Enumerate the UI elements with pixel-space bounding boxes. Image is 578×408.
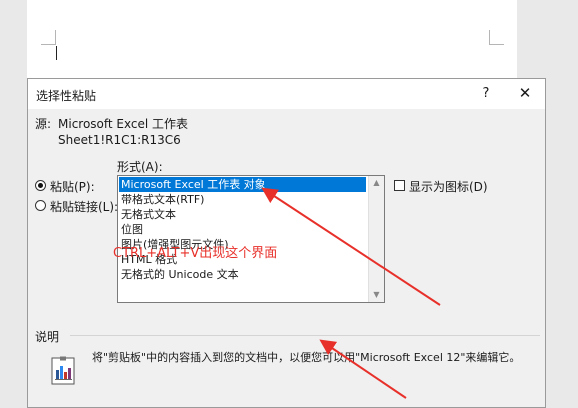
- annotation-arrows: [261, 187, 441, 399]
- annotation-arrow-top: [261, 187, 441, 306]
- annotation-arrow-bottom: [319, 339, 407, 399]
